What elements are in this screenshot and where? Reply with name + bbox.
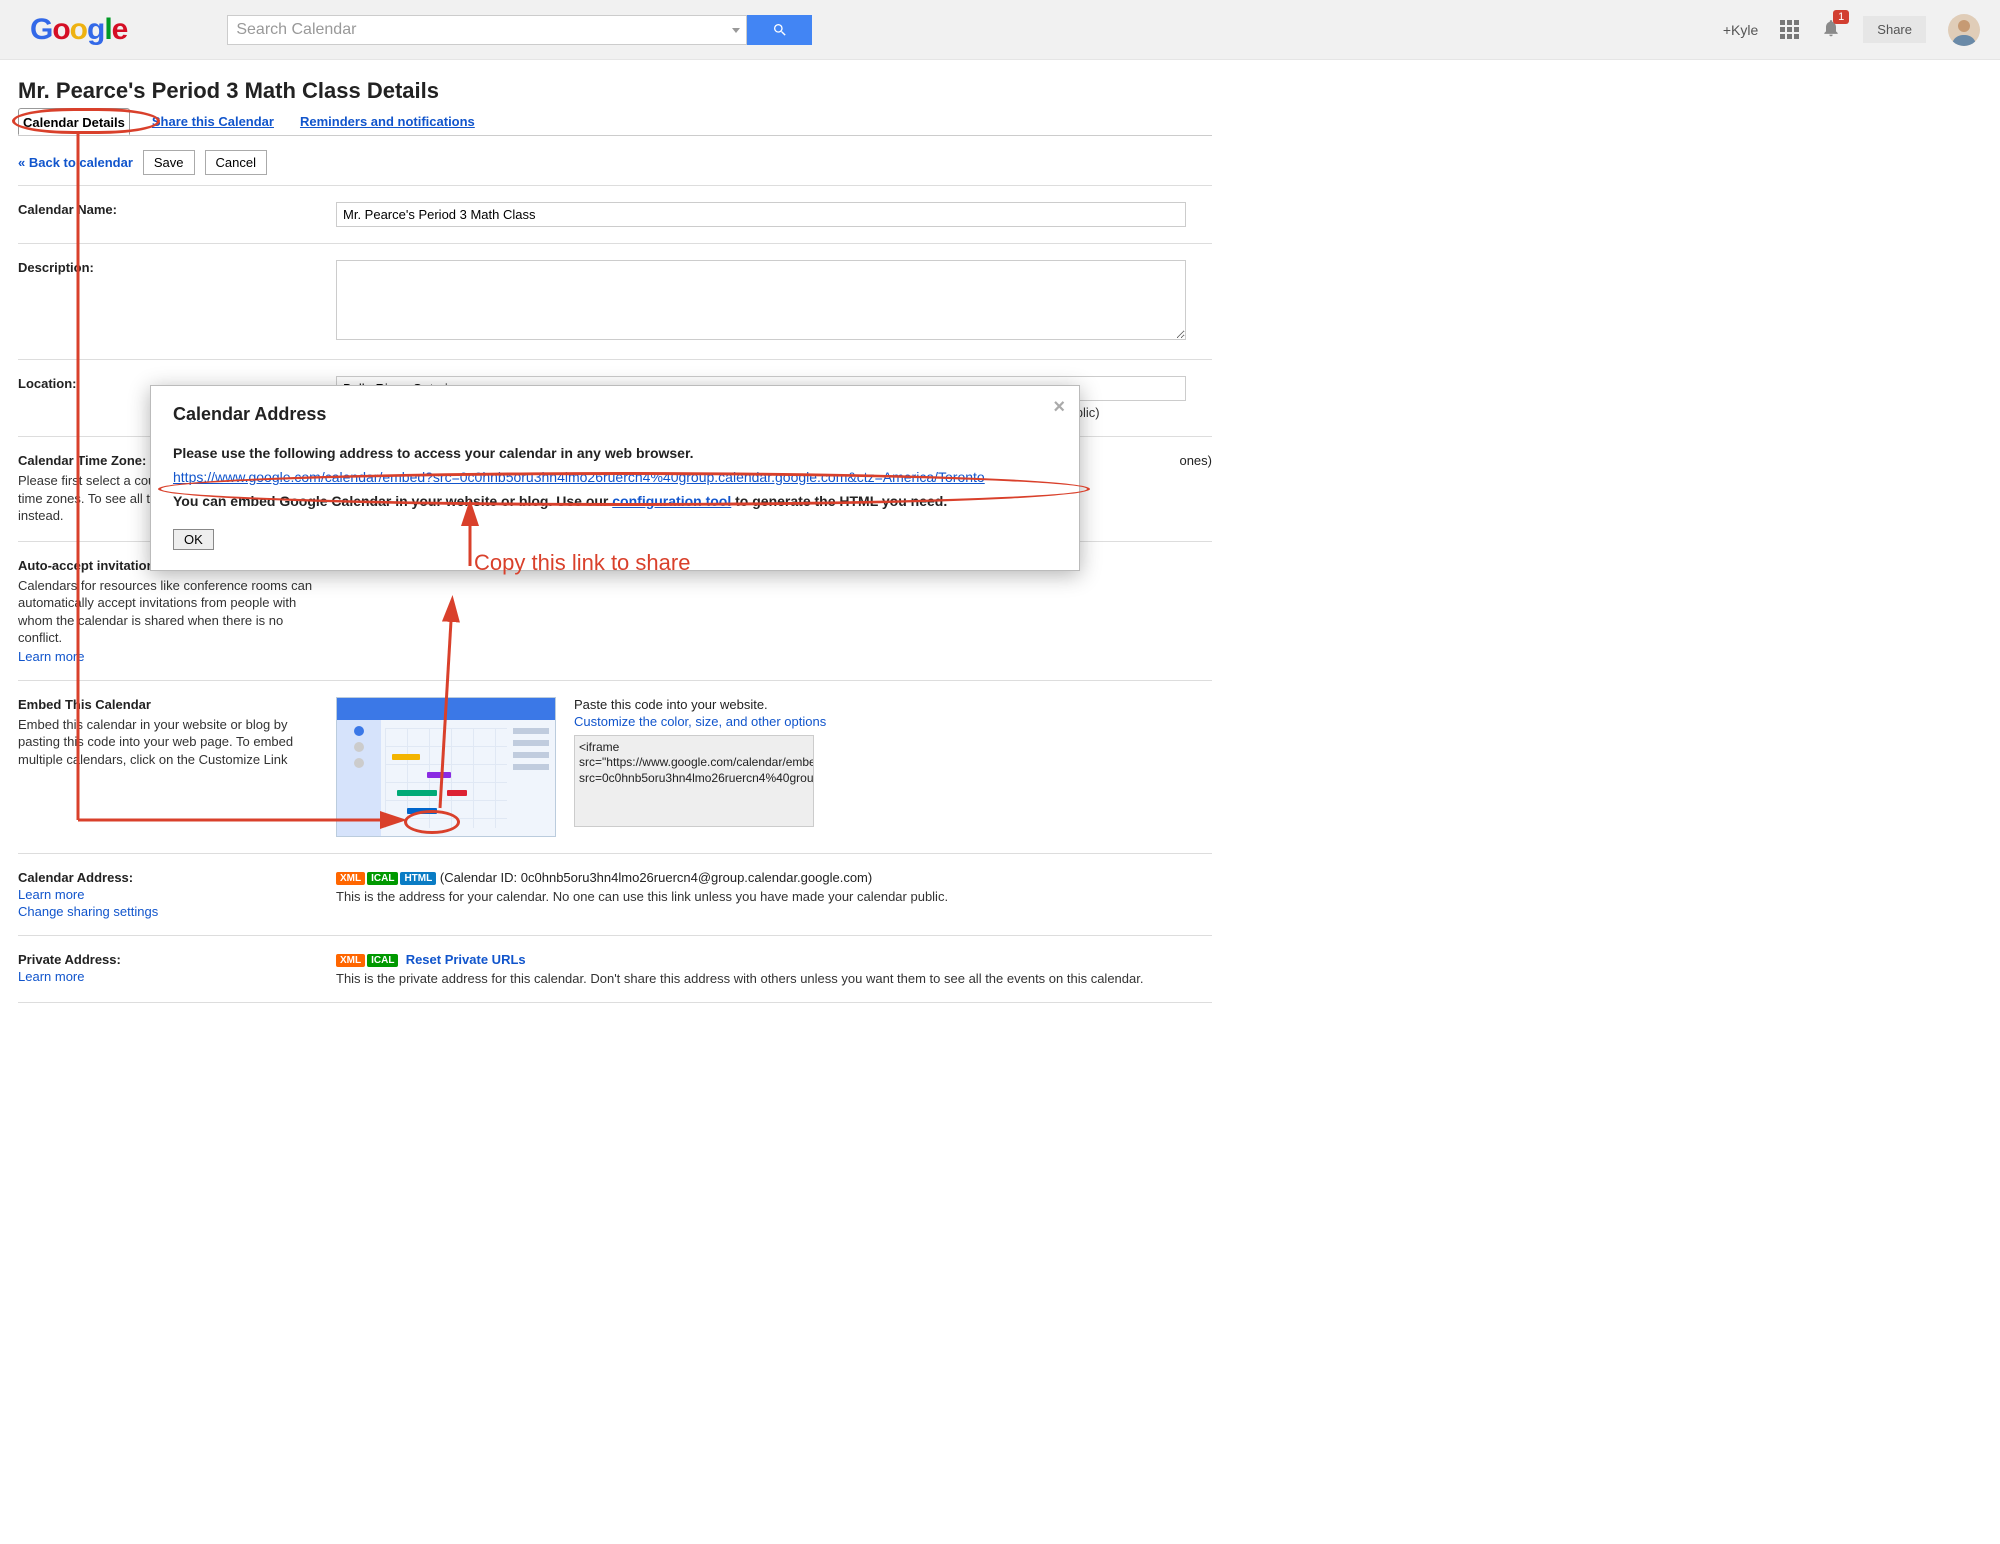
apps-icon[interactable]: [1780, 20, 1799, 39]
search-placeholder: Search Calendar: [236, 21, 356, 39]
ok-button[interactable]: OK: [173, 529, 214, 550]
search-icon: [772, 22, 788, 38]
dialog-line1: Please use the following address to acce…: [173, 445, 1057, 461]
gplus-link[interactable]: +Kyle: [1723, 22, 1758, 38]
back-to-calendar-link[interactable]: « Back to calendar: [18, 155, 133, 170]
xml-badge[interactable]: XML: [336, 872, 365, 885]
calendar-address-dialog: × Calendar Address Please use the follow…: [150, 385, 1080, 571]
dialog-line2: You can embed Google Calendar in your we…: [173, 493, 1057, 509]
search-button[interactable]: [747, 15, 812, 45]
embed-sub: Embed this calendar in your website or b…: [18, 716, 318, 769]
auto-accept-learn-more[interactable]: Learn more: [18, 649, 318, 664]
close-icon[interactable]: ×: [1053, 396, 1065, 419]
label-timezone: Calendar Time Zone:: [18, 453, 146, 468]
row-private-address: Private Address: Learn more XML ICAL Res…: [18, 936, 1212, 1003]
calendar-url-link[interactable]: https://www.google.com/calendar/embed?sr…: [173, 469, 985, 485]
label-auto-accept: Auto-accept invitations:: [18, 558, 166, 573]
label-embed: Embed This Calendar: [18, 697, 151, 712]
tab-share-calendar[interactable]: Share this Calendar: [148, 108, 278, 134]
cancel-button[interactable]: Cancel: [205, 150, 267, 175]
search-dropdown-icon[interactable]: [732, 28, 740, 33]
configuration-tool-link[interactable]: configuration tool: [612, 493, 731, 509]
embed-preview-thumbnail: [336, 697, 556, 837]
tab-calendar-details[interactable]: Calendar Details: [18, 108, 130, 135]
row-description: Description:: [18, 244, 1212, 360]
google-bar: Google Search Calendar +Kyle 1 Share: [0, 0, 2000, 60]
change-sharing-link[interactable]: Change sharing settings: [18, 904, 318, 919]
html-badge[interactable]: HTML: [400, 872, 436, 885]
label-location: Location:: [18, 376, 77, 391]
share-button[interactable]: Share: [1863, 16, 1926, 43]
row-calendar-address: Calendar Address: Learn more Change shar…: [18, 854, 1212, 936]
embed-code-box[interactable]: <iframe src="https://www.google.com/cale…: [574, 735, 814, 827]
addr-learn-more[interactable]: Learn more: [18, 887, 318, 902]
avatar[interactable]: [1948, 14, 1980, 46]
notification-badge: 1: [1833, 10, 1849, 24]
tab-reminders[interactable]: Reminders and notifications: [296, 108, 479, 134]
calendar-name-input[interactable]: [336, 202, 1186, 227]
description-textarea[interactable]: [336, 260, 1186, 340]
google-logo[interactable]: Google: [30, 13, 127, 47]
addr-desc: This is the address for your calendar. N…: [336, 889, 1212, 904]
priv-xml-badge[interactable]: XML: [336, 954, 365, 967]
embed-paste-hint: Paste this code into your website.: [574, 697, 826, 712]
notifications-button[interactable]: 1: [1821, 18, 1841, 41]
tabs: Calendar Details Share this Calendar Rem…: [18, 108, 1212, 136]
dialog-title: Calendar Address: [173, 404, 1057, 425]
page-title: Mr. Pearce's Period 3 Math Class Details: [18, 78, 1212, 104]
label-private-address: Private Address:: [18, 952, 121, 967]
priv-ical-badge[interactable]: ICAL: [367, 954, 398, 967]
row-embed: Embed This Calendar Embed this calendar …: [18, 681, 1212, 854]
calendar-id-text: (Calendar ID: 0c0hnb5oru3hn4lmo26ruercn4…: [440, 870, 872, 885]
reset-private-urls-link[interactable]: Reset Private URLs: [406, 952, 526, 967]
label-calendar-name: Calendar Name:: [18, 202, 117, 217]
label-description: Description:: [18, 260, 94, 275]
priv-desc: This is the private address for this cal…: [336, 971, 1212, 986]
auto-accept-sub: Calendars for resources like conference …: [18, 577, 318, 647]
label-calendar-address: Calendar Address:: [18, 870, 133, 885]
save-button[interactable]: Save: [143, 150, 195, 175]
search-input[interactable]: Search Calendar: [227, 15, 747, 45]
ical-badge[interactable]: ICAL: [367, 872, 398, 885]
priv-learn-more[interactable]: Learn more: [18, 969, 318, 984]
row-calendar-name: Calendar Name:: [18, 186, 1212, 244]
action-bar: « Back to calendar Save Cancel: [18, 136, 1212, 186]
timezone-hint-right: ones): [1179, 453, 1212, 468]
embed-customize-link[interactable]: Customize the color, size, and other opt…: [574, 714, 826, 729]
